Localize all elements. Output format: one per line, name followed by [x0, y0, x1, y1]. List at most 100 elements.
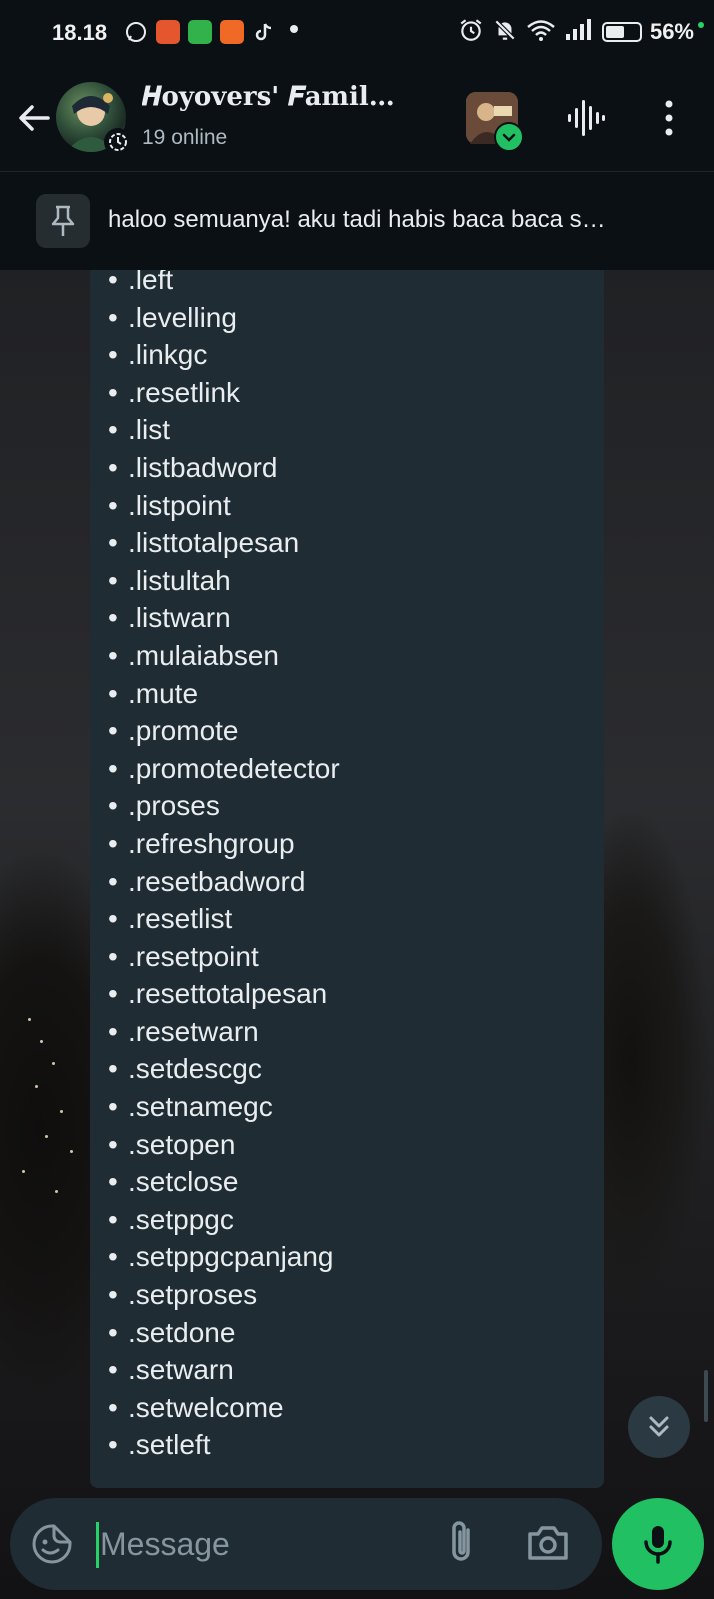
- alarm-icon: [458, 17, 484, 48]
- group-name[interactable]: 𝑯oyovers' 𝑭amil…: [142, 82, 442, 113]
- bullet: •: [108, 301, 118, 333]
- message-input[interactable]: [100, 1516, 420, 1572]
- command-item: • .setclose: [108, 1163, 340, 1201]
- command-item: • .listwarn: [108, 599, 340, 637]
- command-text: .setdescgc: [128, 1053, 262, 1085]
- command-item: • .setnamegc: [108, 1088, 340, 1126]
- command-text: .setclose: [128, 1166, 239, 1198]
- command-text: .setppgc: [128, 1203, 234, 1235]
- voice-chat-button[interactable]: [566, 96, 606, 140]
- bullet: •: [108, 1203, 118, 1235]
- app-icon: [188, 20, 212, 44]
- command-item: • .resettotalpesan: [108, 975, 340, 1013]
- command-text: .setopen: [128, 1128, 236, 1160]
- status-time: 18.18: [52, 20, 108, 45]
- command-item: • .setleft: [108, 1426, 340, 1464]
- command-text: .proses: [128, 790, 220, 822]
- bullet: •: [108, 715, 118, 747]
- command-item: • .mulaiabsen: [108, 637, 340, 675]
- command-text: .setppgcpanjang: [128, 1241, 334, 1273]
- command-item: • .setopen: [108, 1126, 340, 1164]
- command-item: • .setdescgc: [108, 1050, 340, 1088]
- bullet: •: [108, 978, 118, 1010]
- wallpaper-sparkle: [52, 1062, 55, 1065]
- back-arrow-icon: [19, 105, 50, 131]
- microphone-icon: [644, 1526, 672, 1564]
- command-text: .listwarn: [128, 602, 231, 634]
- bullet: •: [108, 414, 118, 446]
- command-item: • .promote: [108, 712, 340, 750]
- wallpaper-sparkle: [40, 1040, 43, 1043]
- chevron-down-icon[interactable]: [494, 122, 524, 152]
- back-button[interactable]: [14, 98, 54, 138]
- command-text: .promote: [128, 715, 239, 747]
- app-icon: [156, 20, 180, 44]
- command-item: • .resetbadword: [108, 863, 340, 901]
- bullet: •: [108, 270, 118, 295]
- text-caret: [96, 1522, 99, 1568]
- wifi-icon: [526, 17, 556, 48]
- double-chevron-down-icon: [649, 1416, 669, 1437]
- wallpaper-sparkle: [55, 1190, 58, 1193]
- bullet: •: [108, 527, 118, 559]
- sticker-icon: [32, 1524, 72, 1564]
- bullet: •: [108, 489, 118, 521]
- scrollbar-thumb[interactable]: [704, 1370, 708, 1422]
- bullet: •: [108, 1128, 118, 1160]
- wallpaper-sparkle: [45, 1135, 48, 1138]
- wallpaper-silhouette-right: [590, 800, 714, 1320]
- command-item: • .left: [108, 270, 340, 299]
- command-text: .refreshgroup: [128, 827, 295, 859]
- pinned-message-bar[interactable]: haloo semuanya! aku tadi habis baca baca…: [0, 172, 714, 270]
- paperclip-icon: [452, 1521, 470, 1561]
- pin-icon: [36, 194, 90, 248]
- command-item: • .mute: [108, 675, 340, 713]
- app-icon: [220, 20, 244, 44]
- more-options-button[interactable]: [654, 96, 684, 140]
- bullet: •: [108, 752, 118, 784]
- command-item: • .listultah: [108, 562, 340, 600]
- command-item: • .resetlist: [108, 900, 340, 938]
- command-item: • .setppgc: [108, 1201, 340, 1239]
- command-item: • .listpoint: [108, 487, 340, 525]
- command-text: .resetwarn: [128, 1015, 259, 1047]
- status-bar: 18.18 56%: [0, 0, 714, 64]
- bullet: •: [108, 1316, 118, 1348]
- command-text: .mulaiabsen: [128, 639, 279, 671]
- command-text: .list: [128, 414, 170, 446]
- command-item: • .resetlink: [108, 374, 340, 412]
- message-bubble[interactable]: • .left • .levelling • .linkgc • .resetlink • .li…: [90, 270, 604, 1488]
- notification-dot: [290, 25, 298, 33]
- command-text: .listtotalpesan: [128, 527, 300, 559]
- tiktok-icon: [252, 20, 276, 44]
- command-item: • .list: [108, 411, 340, 449]
- bullet: •: [108, 339, 118, 371]
- command-item: • .proses: [108, 787, 340, 825]
- emoji-sticker-button[interactable]: [30, 1522, 74, 1566]
- camera-icon: [528, 1526, 568, 1560]
- battery-percentage: 56%: [649, 19, 694, 44]
- command-item: • .setwarn: [108, 1351, 340, 1389]
- camera-button[interactable]: [524, 1520, 572, 1566]
- bullet: •: [108, 1015, 118, 1047]
- audio-wave-icon: [568, 100, 605, 136]
- status-right-group: 56%: [458, 18, 704, 46]
- bullet: •: [108, 1166, 118, 1198]
- command-text: .mute: [128, 677, 199, 709]
- bullet: •: [108, 1241, 118, 1273]
- command-text: .resetbadword: [128, 865, 306, 897]
- wallpaper-sparkle: [60, 1110, 63, 1113]
- command-item: • .listbadword: [108, 449, 340, 487]
- voice-message-button[interactable]: [612, 1498, 704, 1590]
- bullet: •: [108, 677, 118, 709]
- command-item: • .linkgc: [108, 336, 340, 374]
- command-item: • .levelling: [108, 299, 340, 337]
- bullet: •: [108, 940, 118, 972]
- privacy-indicator: [698, 22, 704, 28]
- command-text: .setwelcome: [128, 1391, 284, 1423]
- bullet: •: [108, 451, 118, 483]
- attach-button[interactable]: [442, 1518, 482, 1568]
- scroll-to-bottom-button[interactable]: [628, 1396, 690, 1458]
- command-text: .linkgc: [128, 339, 208, 371]
- command-text: .levelling: [128, 301, 237, 333]
